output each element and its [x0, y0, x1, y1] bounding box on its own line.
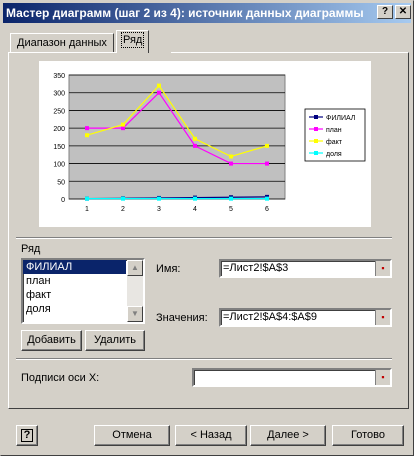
finish-button[interactable]: Готово: [332, 425, 404, 446]
tab-series[interactable]: Ряд: [116, 30, 150, 53]
close-button[interactable]: ✕: [395, 5, 411, 19]
tab-panel: [8, 51, 409, 409]
tab-data-range[interactable]: Диапазон данных: [10, 33, 114, 53]
next-button[interactable]: Далее >: [250, 425, 326, 446]
help-icon[interactable]: ?: [16, 425, 38, 446]
help-title-button[interactable]: ?: [377, 5, 393, 19]
cancel-button[interactable]: Отмена: [94, 425, 170, 446]
window-title: Мастер диаграмм (шаг 2 из 4): источник д…: [6, 6, 364, 20]
back-button[interactable]: < Назад: [175, 425, 247, 446]
chart-wizard-dialog: Мастер диаграмм (шаг 2 из 4): источник д…: [0, 0, 414, 456]
title-bar: Мастер диаграмм (шаг 2 из 4): источник д…: [3, 3, 411, 23]
